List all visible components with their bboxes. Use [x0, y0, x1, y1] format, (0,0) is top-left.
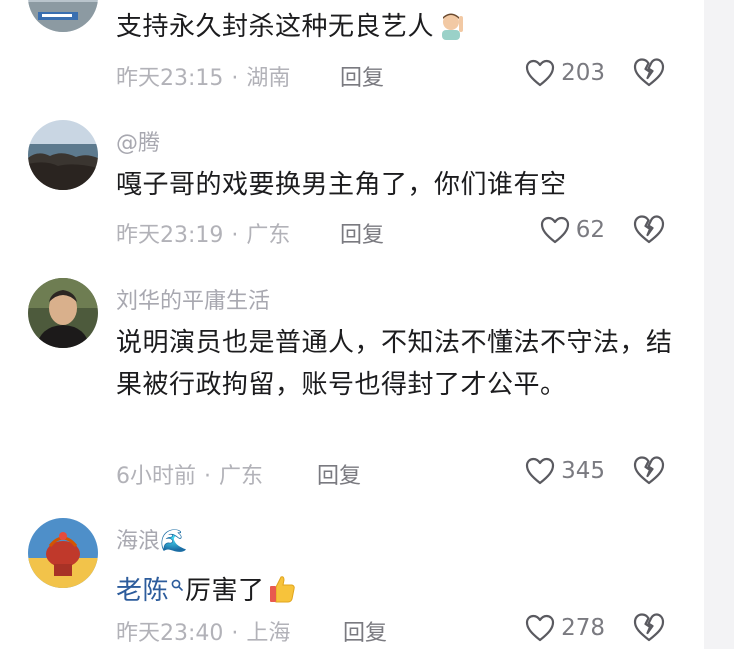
- like-button[interactable]: 203: [505, 56, 605, 90]
- comment-text: 说明演员也是普通人，不知法不懂法不守法，结果被行政拘留，账号也得封了才公平。: [116, 328, 673, 400]
- comment-meta: 6小时前 · 广东: [116, 464, 264, 489]
- reply-button[interactable]: 回复: [340, 60, 384, 92]
- comment-item: 支持永久封杀这种无良艺人 昨天23:15 · 湖南 回复 203: [0, 0, 704, 100]
- like-button[interactable]: 345: [505, 454, 605, 488]
- broken-heart-icon: [633, 456, 665, 485]
- like-button[interactable]: 278: [505, 611, 605, 645]
- scrollbar-track: [704, 0, 734, 649]
- heart-icon: [525, 457, 555, 485]
- comment-location: 湖南: [246, 66, 291, 91]
- reply-button[interactable]: 回复: [343, 615, 387, 647]
- dislike-button[interactable]: [633, 612, 665, 644]
- heart-icon: [525, 614, 555, 642]
- like-count: 62: [575, 217, 605, 243]
- comment-time: 昨天23:40: [116, 621, 224, 646]
- comment-meta: 昨天23:19 · 广东: [116, 223, 291, 248]
- comment-location: 上海: [246, 621, 291, 646]
- avatar[interactable]: [28, 120, 98, 190]
- mention-link[interactable]: 老陈: [116, 576, 169, 606]
- broken-heart-icon: [633, 613, 665, 642]
- comment-item: @腾 嘎子哥的戏要换男主角了，你们谁有空 昨天23:19 · 广东 回复 62: [0, 120, 704, 260]
- avatar[interactable]: [28, 0, 98, 32]
- broken-heart-icon: [633, 58, 665, 87]
- like-count: 345: [561, 458, 605, 484]
- reply-button[interactable]: 回复: [340, 217, 384, 249]
- avatar[interactable]: [28, 518, 98, 588]
- comment-time: 6小时前: [116, 464, 196, 489]
- comment-item: 刘华的平庸生活 说明演员也是普通人，不知法不懂法不守法，结果被行政拘留，账号也得…: [0, 278, 704, 498]
- comment-meta: 昨天23:40 · 上海: [116, 621, 291, 646]
- dislike-button[interactable]: [633, 214, 665, 246]
- like-count: 278: [561, 615, 605, 641]
- username[interactable]: 刘华的平庸生活: [116, 283, 270, 315]
- heart-icon: [540, 216, 569, 244]
- comment-text: 嘎子哥的戏要换男主角了，你们谁有空: [116, 170, 567, 200]
- man-raising-hand-emoji: [436, 10, 466, 40]
- comment-text: 老陈 厉害了: [116, 562, 676, 612]
- broken-heart-icon: [633, 215, 665, 244]
- comment-item: 海浪🌊 老陈 厉害了 昨天23:40 · 上海 回复 278: [0, 518, 704, 649]
- like-count: 203: [561, 60, 605, 86]
- comment-text: 支持永久封杀这种无良艺人: [116, 6, 676, 48]
- comment-time: 昨天23:15: [116, 66, 224, 91]
- thumbs-up-emoji: [267, 574, 297, 604]
- username[interactable]: @腾: [116, 125, 160, 157]
- search-icon[interactable]: [171, 562, 183, 604]
- comment-time: 昨天23:19: [116, 223, 224, 248]
- reply-button[interactable]: 回复: [317, 458, 361, 490]
- avatar[interactable]: [28, 278, 98, 348]
- dislike-button[interactable]: [633, 455, 665, 487]
- comment-location: 广东: [246, 223, 291, 248]
- heart-icon: [525, 59, 555, 87]
- comment-location: 广东: [219, 464, 264, 489]
- dislike-button[interactable]: [633, 57, 665, 89]
- comment-meta: 昨天23:15 · 湖南: [116, 66, 291, 91]
- username[interactable]: 海浪🌊: [116, 523, 187, 555]
- like-button[interactable]: 62: [505, 213, 605, 247]
